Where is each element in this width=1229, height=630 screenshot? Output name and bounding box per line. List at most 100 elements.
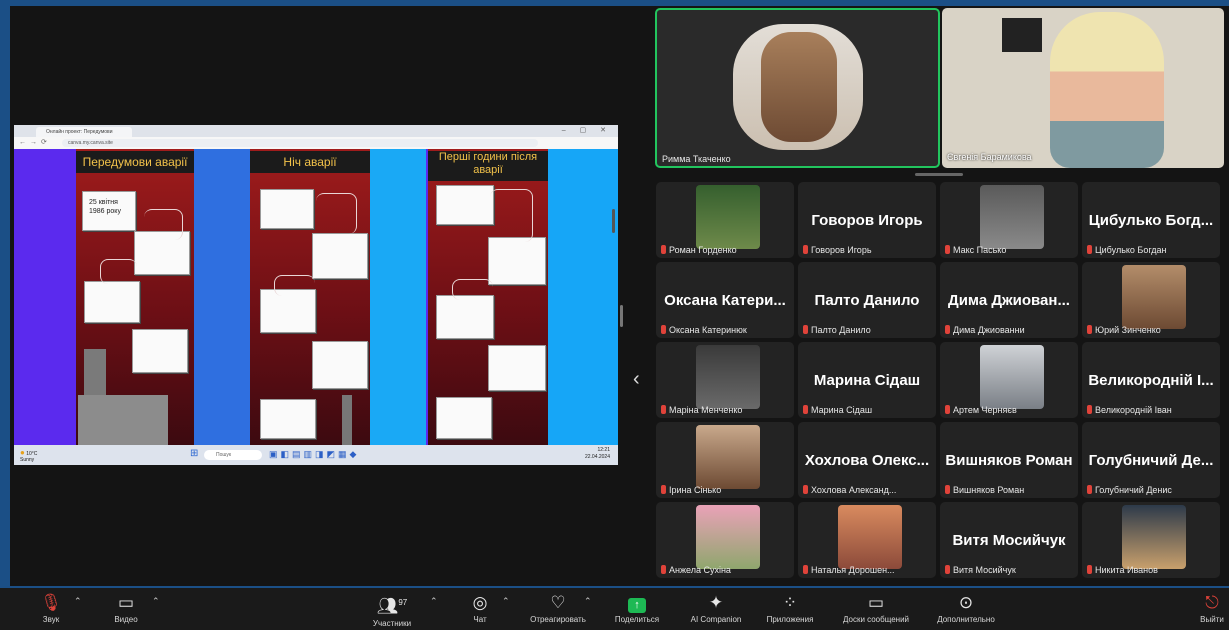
ai-companion-button[interactable]: ✦ AI Companion [682, 588, 750, 630]
video-tile-active-speaker[interactable]: Римма Ткаченко [655, 8, 940, 168]
participant-name: Римма Ткаченко [662, 154, 731, 164]
column-header: Передумови аварії [76, 151, 194, 173]
participant-label: Наталья Дорошен... [811, 565, 895, 575]
chat-options-caret[interactable]: ⌃ [502, 596, 510, 607]
participant-tile[interactable]: Говоров Игорь Говоров Игорь [798, 182, 936, 258]
share-button[interactable]: ↑ Поделиться [606, 588, 668, 630]
participant-tile[interactable]: Анжела Сухіна [656, 502, 794, 578]
mic-muted-icon [1087, 485, 1092, 494]
participant-tile[interactable]: Голубничий Де... Голубничий Денис [1082, 422, 1220, 498]
timeline-arrow [490, 189, 533, 242]
leave-button[interactable]: ⎋ Выйти [1196, 588, 1228, 630]
timeline-note [84, 281, 140, 323]
participant-display-name: Говоров Игорь [811, 212, 923, 229]
participant-tile[interactable]: Вишняков Роман Вишняков Роман [940, 422, 1078, 498]
video-tile[interactable]: Євгенія Барамикова [942, 8, 1224, 168]
participant-display-name: Витя Мосийчук [952, 532, 1066, 549]
timeline-arrow [452, 279, 493, 300]
participant-name: Роман Горденко [661, 245, 737, 255]
mic-muted-icon [803, 405, 808, 414]
participant-display-name: Палто Данило [814, 292, 920, 309]
apps-icon: ⁘ [782, 593, 798, 612]
audio-options-caret[interactable]: ⌃ [74, 596, 82, 607]
taskbar-app-icons[interactable]: ▣◧▤▥◨◩▦◆ [269, 449, 359, 460]
apps-button[interactable]: ⁘ Приложения [756, 588, 824, 630]
participant-tile[interactable]: Витя Мосийчук Витя Мосийчук [940, 502, 1078, 578]
video-thumbnail [838, 505, 902, 569]
participant-display-name: Оксана Катери... [664, 292, 786, 309]
react-button[interactable]: ♡ Отреагировать [520, 588, 596, 630]
video-thumbnail [1122, 505, 1186, 569]
participant-tile[interactable]: Цибулько Богд... Цибулько Богдан [1082, 182, 1220, 258]
participant-name: Витя Мосийчук [945, 565, 1016, 575]
browser-nav-icons[interactable]: ←→⟳ [19, 138, 51, 146]
participant-tile[interactable]: Оксана Катери... Оксана Катеринюк [656, 262, 794, 338]
participant-tile[interactable]: Палто Данило Палто Данило [798, 262, 936, 338]
mic-muted-icon [945, 325, 950, 334]
weather-widget[interactable]: ● 10°C Sunny [20, 448, 37, 463]
video-thumbnail [696, 345, 760, 409]
timeline-note [260, 189, 314, 229]
participant-tile[interactable]: Наталья Дорошен... [798, 502, 936, 578]
collapse-panel-icon[interactable]: ‹ [633, 368, 640, 391]
timeline-note [488, 345, 546, 391]
participant-label: Юрий Зинченко [1095, 325, 1161, 335]
mic-muted-icon [945, 485, 950, 494]
participant-display-name: Хохлова Олекс... [804, 452, 930, 469]
participant-display-name: Великородній І... [1088, 372, 1214, 389]
participant-tile[interactable]: Никита Иванов [1082, 502, 1220, 578]
more-button[interactable]: ⊙ Дополнительно [926, 588, 1006, 630]
participant-tile[interactable]: Роман Горденко [656, 182, 794, 258]
participant-tile[interactable]: Юрий Зинченко [1082, 262, 1220, 338]
leave-icon: ⎋ [1205, 593, 1219, 612]
url-field[interactable]: canva.my.canva.site [62, 139, 538, 147]
slide-divider [370, 149, 426, 445]
window-controls[interactable]: – ▢ ✕ [562, 126, 612, 134]
windows-start-icon[interactable]: ⊞ [190, 448, 198, 459]
split-handle[interactable] [620, 305, 623, 327]
whiteboard-icon: ▭ [867, 593, 885, 612]
participant-tile[interactable]: Марина Сідаш Марина Сідаш [798, 342, 936, 418]
participant-name: Марiна Менченко [661, 405, 742, 415]
participant-tile[interactable]: Артем Черняєв [940, 342, 1078, 418]
timeline-note [312, 341, 368, 389]
reactor-chimney-illustration [342, 395, 352, 445]
participant-tile[interactable]: Марiна Менченко [656, 342, 794, 418]
mic-muted-icon [661, 245, 666, 254]
participant-label: Артем Черняєв [953, 405, 1017, 415]
participant-label: Марiна Менченко [669, 405, 743, 415]
participant-name: Артем Черняєв [945, 405, 1017, 415]
participant-tile[interactable]: Дима Джиован... Дима Джиованни [940, 262, 1078, 338]
participant-tile[interactable]: Великородній І... Великородній Іван [1082, 342, 1220, 418]
meeting-toolbar: 🎙︎ Звук ⌃ ▭ Видео ⌃ 👥︎97 Участники ⌃ ◎ Ч… [0, 588, 1229, 630]
taskbar-clock[interactable]: 12:21 22.04.2024 [585, 447, 610, 461]
video-thumbnail [696, 185, 760, 249]
participant-display-name: Дима Джиован... [948, 292, 1070, 309]
whiteboards-button[interactable]: ▭ Доски сообщений [830, 588, 922, 630]
drag-handle[interactable] [915, 173, 963, 176]
participant-name: Наталья Дорошен... [803, 565, 895, 575]
taskbar-search[interactable]: Пошук [204, 450, 262, 460]
participant-tile[interactable]: Макс Пасько [940, 182, 1078, 258]
audio-button[interactable]: 🎙︎ Звук [30, 588, 72, 630]
mic-muted-icon [803, 565, 808, 574]
video-button[interactable]: ▭ Видео [104, 588, 148, 630]
column-header: Перші години після аварії [428, 151, 548, 181]
mic-muted-icon [1087, 565, 1092, 574]
participant-label: Ірина Сінько [669, 485, 722, 495]
react-options-caret[interactable]: ⌃ [584, 596, 592, 607]
participant-name: Макс Пасько [945, 245, 1006, 255]
video-options-caret[interactable]: ⌃ [152, 596, 160, 607]
participants-button[interactable]: 👥︎97 Участники [362, 588, 422, 630]
more-icon: ⊙ [958, 593, 974, 612]
participant-tile[interactable]: Хохлова Олекс... Хохлова Александ... [798, 422, 936, 498]
participant-name: Палто Данило [803, 325, 871, 335]
participant-display-name: Голубничий Де... [1088, 452, 1214, 469]
participant-tile[interactable]: Ірина Сінько [656, 422, 794, 498]
participants-options-caret[interactable]: ⌃ [430, 596, 438, 607]
page-scrollbar[interactable] [612, 209, 615, 233]
chat-button[interactable]: ◎ Чат [462, 588, 498, 630]
browser-tab[interactable]: Онлайн проект: Передумови [36, 127, 132, 137]
note-date: 25 квітня 1986 року [82, 191, 136, 231]
participant-label: Дима Джиованни [953, 325, 1025, 335]
